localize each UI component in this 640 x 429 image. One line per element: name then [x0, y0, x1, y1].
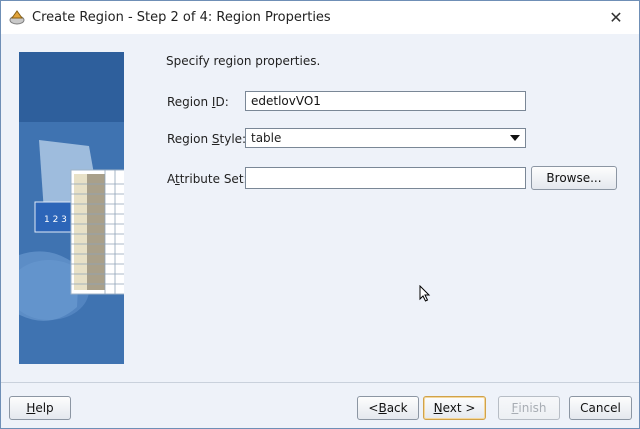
close-icon: ✕: [609, 7, 623, 27]
svg-text:1 2 3: 1 2 3: [44, 215, 67, 225]
region-style-select[interactable]: table: [245, 128, 526, 148]
close-button[interactable]: ✕: [603, 5, 629, 29]
browse-button[interactable]: Browse...: [531, 166, 617, 190]
mouse-pointer-icon: [419, 285, 431, 302]
title-bar: Create Region - Step 2 of 4: Region Prop…: [1, 1, 639, 34]
region-id-label: Region ID:: [167, 95, 229, 109]
dialog-title: Create Region - Step 2 of 4: Region Prop…: [32, 10, 331, 25]
next-button[interactable]: Next >: [423, 396, 486, 420]
attribute-set-label: Attribute Set:: [167, 172, 248, 186]
wizard-icon: [9, 10, 25, 25]
back-button[interactable]: < Back: [357, 396, 419, 420]
instruction-text: Specify region properties.: [166, 54, 321, 68]
chevron-down-icon: [510, 135, 520, 141]
finish-button[interactable]: Finish: [498, 396, 560, 420]
help-button[interactable]: Help: [9, 396, 71, 420]
region-style-label: Region Style:: [167, 132, 247, 146]
dialog-content: 1 2 3 Specify region properties. Region …: [1, 34, 639, 380]
dialog-footer: Help < Back Next > Finish Cancel: [1, 383, 639, 428]
region-id-field[interactable]: [245, 91, 526, 111]
wizard-illustration: 1 2 3: [19, 52, 124, 364]
attribute-set-field[interactable]: [245, 167, 526, 189]
wizard-illustration-graphic: 1 2 3: [19, 52, 124, 364]
create-region-dialog: Create Region - Step 2 of 4: Region Prop…: [0, 0, 640, 429]
cancel-button[interactable]: Cancel: [569, 396, 632, 420]
region-style-value: table: [251, 131, 282, 145]
